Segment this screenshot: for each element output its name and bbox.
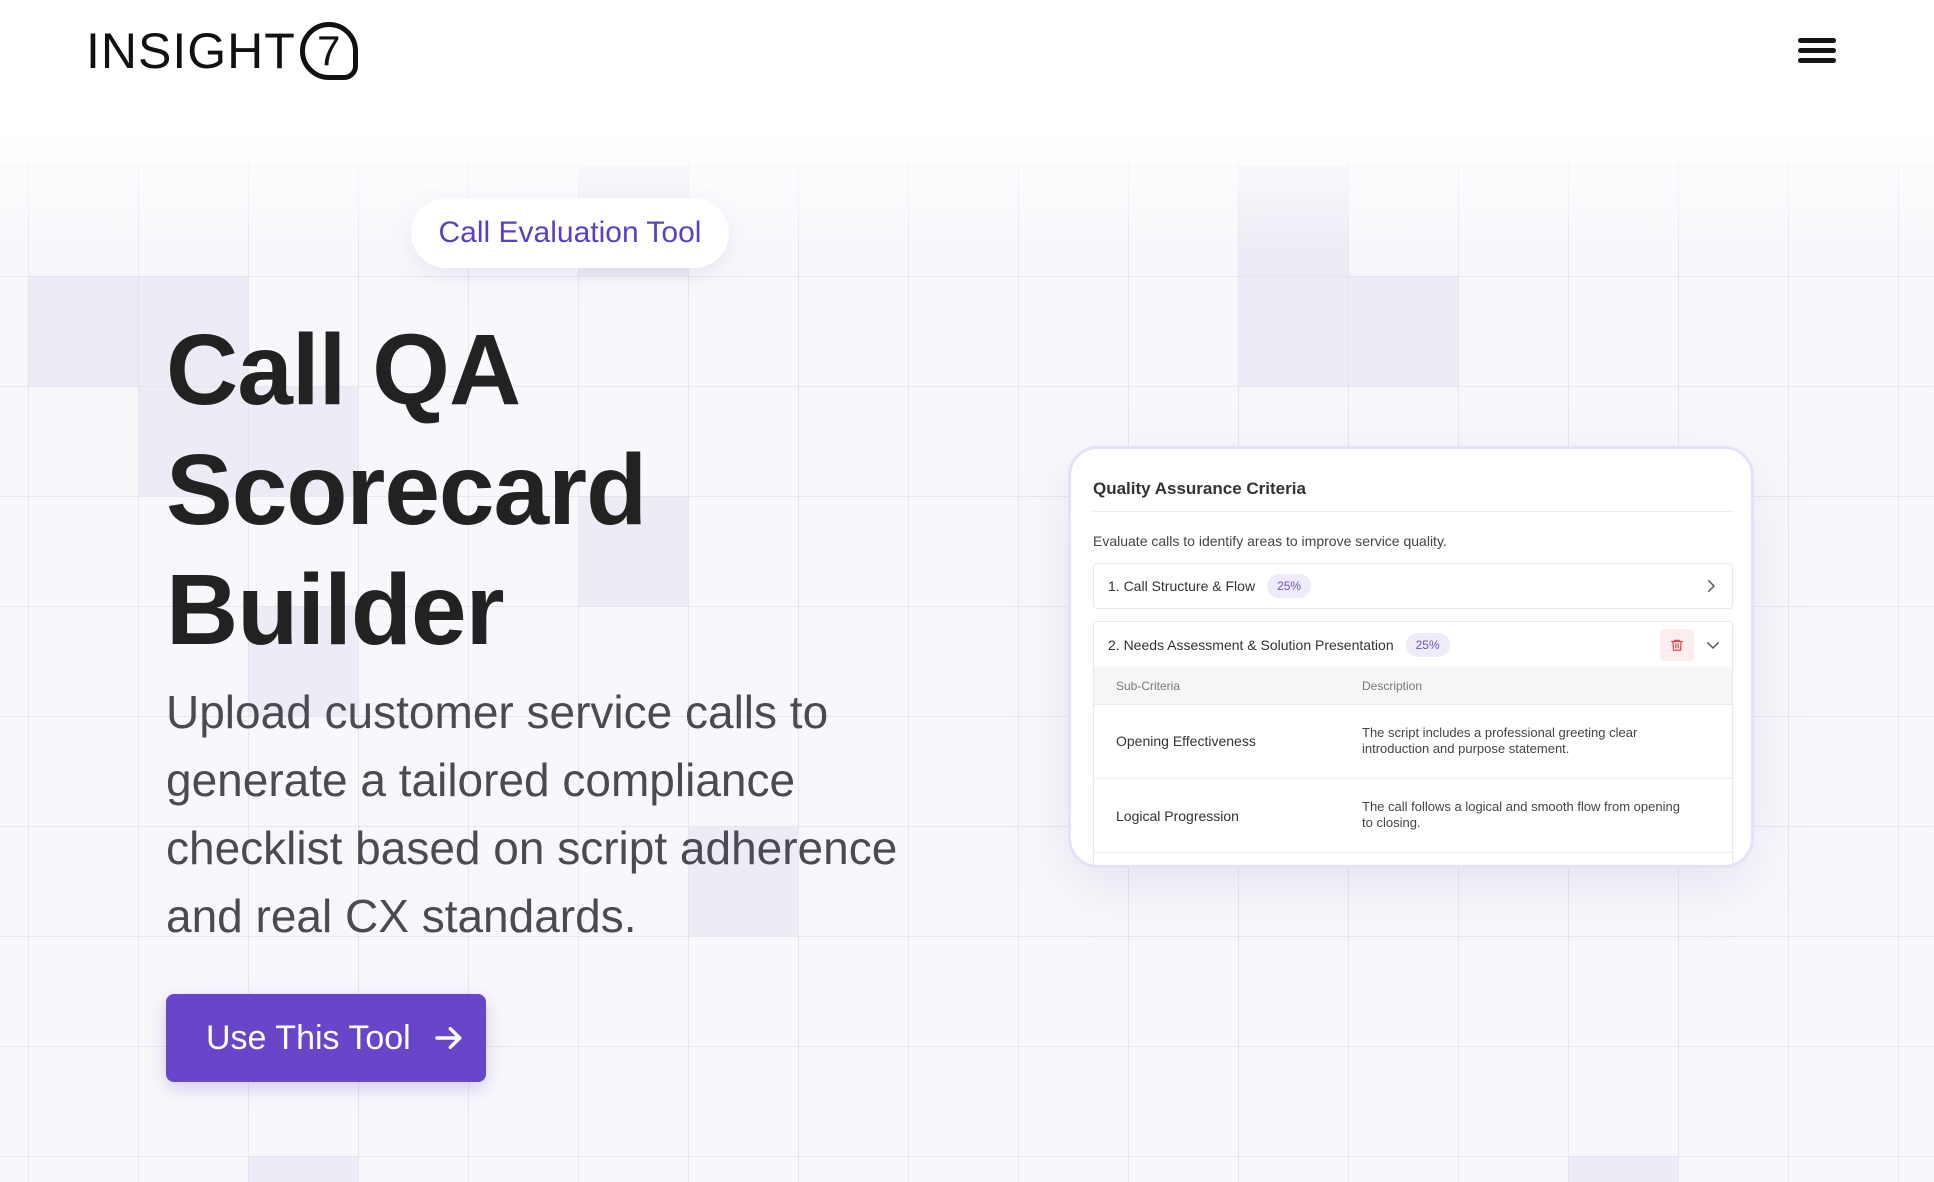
tool-category-badge: Call Evaluation Tool bbox=[411, 198, 729, 268]
menu-bar bbox=[1798, 38, 1836, 43]
grid-tile bbox=[248, 1156, 358, 1182]
card-title: Quality Assurance Criteria bbox=[1093, 479, 1306, 498]
hamburger-menu-icon[interactable] bbox=[1796, 34, 1838, 68]
divider bbox=[1093, 511, 1733, 512]
chevron-down-icon[interactable] bbox=[1704, 636, 1722, 654]
weight-badge: 25% bbox=[1405, 632, 1450, 657]
sub-criteria-description: The call follows a logical and smooth fl… bbox=[1362, 799, 1680, 830]
cta-label: Use This Tool bbox=[206, 1018, 411, 1057]
grid-tile bbox=[1348, 276, 1458, 386]
menu-bar bbox=[1798, 58, 1836, 63]
use-this-tool-button[interactable]: Use This Tool bbox=[166, 994, 486, 1082]
criteria-label: 2. Needs Assessment & Solution Presentat… bbox=[1108, 636, 1394, 653]
criteria-label: 1. Call Structure & Flow bbox=[1108, 578, 1256, 594]
card-description: Evaluate calls to identify areas to impr… bbox=[1093, 533, 1447, 549]
criteria-row[interactable]: 1. Call Structure & Flow 25% bbox=[1093, 563, 1733, 609]
table-header: Sub-Criteria Description bbox=[1094, 667, 1732, 705]
title-line: Scorecard bbox=[166, 434, 647, 546]
page-title: Call QA Scorecard Builder bbox=[166, 310, 926, 670]
criteria-row[interactable]: 2. Needs Assessment & Solution Presentat… bbox=[1093, 621, 1733, 667]
logo-wordmark: INSIGHT bbox=[86, 23, 296, 79]
trash-icon bbox=[1671, 639, 1683, 651]
sub-criteria-table: Sub-Criteria Description Opening Effecti… bbox=[1093, 667, 1733, 865]
chevron-right-icon[interactable] bbox=[1702, 577, 1720, 595]
column-header: Description bbox=[1362, 679, 1423, 693]
insight7-logo[interactable]: INSIGHT 7 bbox=[86, 20, 358, 82]
menu-bar bbox=[1798, 48, 1836, 53]
table-row: Opening Effectiveness The script include… bbox=[1094, 705, 1732, 779]
logo-mark: 7 bbox=[299, 22, 358, 80]
sub-criteria-name: Opening Effectiveness bbox=[1116, 733, 1256, 749]
title-line: Call QA bbox=[166, 314, 521, 426]
table-row: Logical Progression The call follows a l… bbox=[1094, 779, 1732, 853]
hero-fade bbox=[0, 128, 1934, 248]
hero-subtitle: Upload customer service calls to generat… bbox=[166, 686, 898, 942]
page: INSIGHT 7 Call Evaluation Tool Call QA S… bbox=[0, 0, 1934, 1182]
grid-tile bbox=[1568, 1156, 1678, 1182]
qa-criteria-card: Quality Assurance Criteria Evaluate call… bbox=[1068, 446, 1754, 868]
title-line: Builder bbox=[166, 554, 504, 666]
sub-criteria-name: Logical Progression bbox=[1116, 808, 1239, 824]
column-header: Sub-Criteria bbox=[1116, 679, 1181, 693]
delete-button[interactable] bbox=[1660, 629, 1694, 661]
arrow-right-icon bbox=[435, 1026, 462, 1050]
site-header: INSIGHT 7 bbox=[0, 0, 1934, 128]
weight-badge: 25% bbox=[1267, 574, 1312, 598]
sub-criteria-description: The script includes a professional greet… bbox=[1362, 725, 1638, 756]
